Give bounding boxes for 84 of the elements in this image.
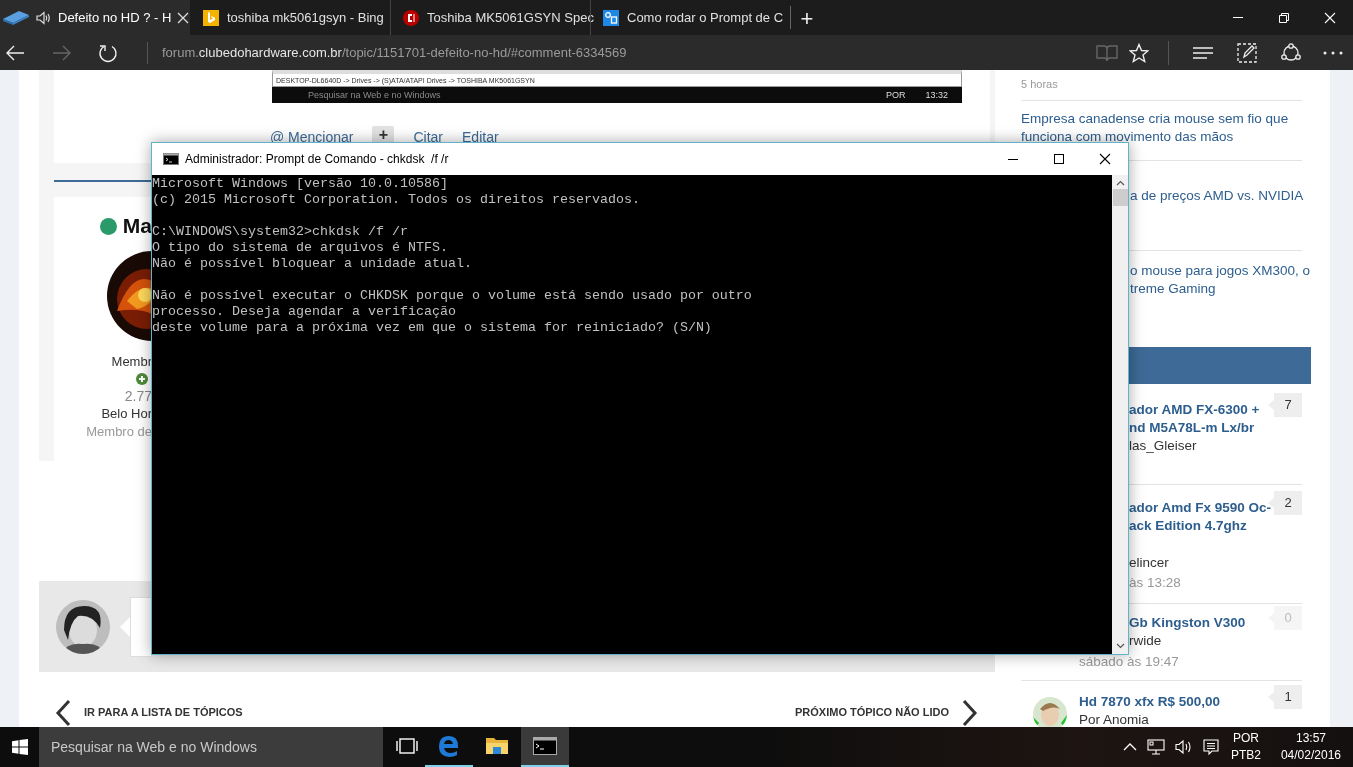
action-link[interactable]: Editar [462,129,499,145]
pen-icon [1237,42,1257,63]
clock-text: 13:32 [925,89,948,101]
reply-field[interactable] [130,596,151,657]
task-view-icon [396,738,418,754]
star-icon [1129,42,1149,63]
more-icon [1323,50,1343,55]
laptop-icon [2,10,30,25]
search-field[interactable]: Pesquisar na Web e no Windows [39,727,383,767]
member-since: Membro de [86,423,152,441]
topic-list-link[interactable]: IR PARA A LISTA DE TÓPICOS [84,706,243,718]
speaker-icon[interactable] [36,10,52,25]
news-link[interactable]: Empresa canadense cria mouse sem fio que funciona com movimento das mãos [1021,110,1289,146]
chevron-left-icon[interactable] [55,699,71,727]
more-actions-button[interactable]: + [372,126,395,142]
taskbar-app[interactable] [521,727,569,767]
address-field[interactable]: forum.clubedohardware.com.br/topic/1151701-defeito-no-hd/#comment-6334569 [162,45,627,60]
plus-icon [136,373,148,385]
windows-icon [11,739,28,755]
browser-tab[interactable]: toshiba mk5061gsyn - Bing [190,0,390,35]
scroll-down-icon[interactable] [1115,643,1125,649]
clock[interactable]: 13:57 04/02/2016 [1280,730,1341,764]
lines-icon [1192,45,1214,60]
console-line: Não é possível bloquear a unidade atual. [152,256,472,272]
language-indicator[interactable]: POR PTB2 [1230,730,1261,764]
news-link[interactable]: o mouse para jogos XM300, o treme Gaming [1130,262,1311,298]
language-text: POR [885,89,906,101]
topic-author: las_Gleiser [1129,437,1197,455]
network-icon[interactable] [1146,739,1165,755]
site-icon [403,9,419,26]
back-arrow-icon [5,43,25,62]
folder-icon [485,737,509,755]
console-line: C:\WINDOWS\system32>chkdsk /f /r [152,224,408,240]
minimize-icon [1008,158,1018,160]
site-icon [203,9,219,26]
console-line: O tipo do sistema de arquivos é NTFS. [152,240,448,256]
reputation-count: 2.77 [124,387,152,405]
location-text: Belo Hor [101,405,152,423]
browser-tab[interactable]: Defeito no HD ? - H [0,0,190,35]
forward-arrow-icon [52,43,72,62]
action-link[interactable]: Citar [413,129,444,145]
topic-time: sábado às 19:47 [1079,653,1179,671]
window-title: Administrador: Prompt de Comando - chkdsk /f /r [185,152,449,166]
refresh-icon [98,42,118,63]
search-text: Pesquisar na Web e no Windows [308,89,441,101]
chevron-right-icon[interactable] [962,699,978,727]
reply-count: 0 [1268,606,1302,630]
topic-author: rwide [1129,632,1162,650]
book-icon [1096,43,1118,62]
console-line: Microsoft Windows [versão 10.0.10586] [152,176,448,192]
topic-time: às 13:28 [1129,574,1181,592]
minimize-icon [1233,17,1243,18]
chevron-up-icon[interactable] [1122,743,1137,751]
console-line: deste volume para a próxima vez em que o sistema for reiniciado? (S/N) [152,320,712,336]
topic-author: elincer [1129,554,1169,572]
next-topic-link[interactable]: PRÓXIMO TÓPICO NÃO LIDO [795,706,949,718]
topic-link[interactable]: Hd 7870 xfx R$ 500,00 [1079,693,1221,711]
new-tab-button[interactable]: + [790,6,823,29]
close-icon [1324,11,1336,24]
console-icon [533,737,557,755]
topic-author: Por Anomia [1079,711,1149,727]
volume-icon[interactable] [1174,740,1193,754]
notification-icon[interactable] [1202,739,1219,755]
browser-icon [439,735,459,757]
post-time: 5 horas [1021,78,1058,90]
scroll-thumb[interactable] [1112,189,1128,206]
console-line: processo. Deseja agendar a verificação [152,304,456,320]
topic-link[interactable]: Gb Kingston V300 [1129,614,1246,632]
restore-icon [1278,11,1290,24]
scroll-up-icon[interactable] [1115,180,1125,186]
reply-count: 1 [1268,685,1302,709]
member-rank: Membr [111,353,152,371]
close-icon[interactable] [177,11,190,24]
console-line: (c) 2015 Microsoft Corporation. Todos os direitos reservados. [152,192,640,208]
close-icon [1099,153,1111,165]
topic-link[interactable]: ador AMD FX-6300 + nd M5A78L-m Lx/br [1129,401,1260,437]
share-icon [1280,42,1302,63]
console-icon [163,153,179,165]
console-line: Não é possível executar o CHKDSK porque o volume está sendo usado por outro [152,288,752,304]
reply-count: 7 [1268,393,1302,417]
site-icon [603,9,619,26]
maximize-icon [1053,153,1065,165]
scrollbar[interactable] [1112,175,1128,654]
news-link[interactable]: a de preços AMD vs. NVIDIA [1130,187,1304,205]
